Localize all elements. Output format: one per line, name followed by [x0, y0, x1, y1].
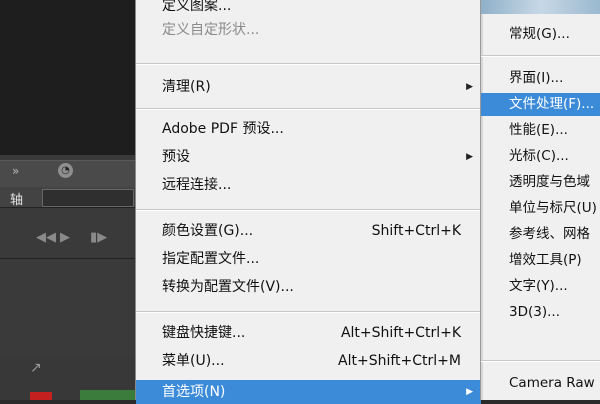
panel-arrow-icon[interactable]: » — [12, 164, 19, 178]
submenu-item-label: 常规(G)... — [509, 26, 570, 42]
background-image-edge — [481, 0, 600, 14]
submenu-separator — [481, 360, 600, 362]
axis-label: 轴 — [10, 193, 24, 208]
menu-separator — [136, 63, 481, 65]
menu-item-label: 定义图案... — [162, 0, 232, 14]
menu-shortcut: Alt+Shift+Ctrl+M — [338, 353, 461, 369]
submenu-item-label: 性能(E)... — [509, 122, 568, 138]
menu-item-preferences[interactable]: 首选项(N) ▶ — [136, 380, 481, 404]
submenu-item-file-handling[interactable]: 文件处理(F)... — [481, 93, 600, 116]
menu-item-presets[interactable]: 预设 ▶ — [162, 145, 481, 169]
submenu-item-label: 界面(I)... — [509, 70, 564, 86]
submenu-item-label: 透明度与色域 — [509, 174, 590, 190]
submenu-item-label: 文字(Y)... — [509, 278, 568, 294]
menu-shortcut: Alt+Shift+Ctrl+K — [340, 325, 461, 341]
submenu-item-label: 单位与标尺(U) — [509, 200, 597, 216]
submenu-item-camera-raw[interactable]: Camera Raw — [509, 372, 600, 395]
menu-separator — [136, 108, 481, 110]
menu-item-label: 指定配置文件... — [162, 251, 260, 267]
submenu-item-label: 参考线、网格 — [509, 226, 590, 242]
submenu-separator — [481, 55, 600, 57]
menu-item-label: 键盘快捷键... — [162, 325, 246, 341]
submenu-item-general[interactable]: 常规(G)... — [509, 23, 600, 46]
submenu-item-label: 光标(C)... — [509, 148, 569, 164]
menu-item-label: Adobe PDF 预设... — [162, 121, 284, 137]
axis-input[interactable] — [42, 189, 134, 207]
menu-separator — [136, 311, 481, 313]
menu-item-color-settings[interactable]: 颜色设置(G)... Shift+Ctrl+K — [162, 219, 481, 243]
menu-item-purge[interactable]: 清理(R) ▶ — [162, 75, 481, 99]
redo-icon[interactable]: ↗ — [30, 360, 42, 376]
rewind-icon[interactable]: ◀◀ — [36, 230, 56, 245]
submenu-item-units-rulers[interactable]: 单位与标尺(U) — [509, 197, 600, 220]
menu-item-label: 清理(R) — [162, 79, 211, 95]
edit-menu: 定义图案... 定义自定形状... 清理(R) ▶ Adobe PDF 预设..… — [135, 0, 481, 404]
submenu-item-type[interactable]: 文字(Y)... — [509, 275, 600, 298]
menu-item-label: 定义自定形状... — [162, 22, 260, 38]
submenu-item-label: 3D(3)... — [509, 304, 560, 320]
menu-item-convert-to-profile[interactable]: 转换为配置文件(V)... — [162, 275, 481, 299]
submenu-item-label: Camera Raw — [509, 375, 595, 391]
menu-shortcut: Shift+Ctrl+K — [371, 223, 461, 239]
submenu-arrow-icon: ▶ — [466, 82, 473, 92]
color-swatch-red — [30, 392, 52, 400]
submenu-item-transparency[interactable]: 透明度与色域 — [509, 171, 600, 194]
divider — [0, 258, 135, 259]
menu-item-label: 颜色设置(G)... — [162, 223, 254, 239]
step-forward-icon[interactable]: ▮▶ — [90, 230, 107, 245]
background-app-panel: » ◔ 轴 ◀◀ ▶ ▮▶ ↗ — [0, 0, 135, 400]
settings-icon[interactable]: ◔ — [58, 163, 73, 178]
menu-item-menus[interactable]: 菜单(U)... Alt+Shift+Ctrl+M — [162, 349, 481, 373]
color-swatch-green — [80, 390, 135, 400]
submenu-item-3d[interactable]: 3D(3)... — [509, 301, 600, 324]
submenu-item-label: 增效工具(P) — [509, 252, 582, 268]
menu-item-define-custom-shape: 定义自定形状... — [162, 18, 481, 42]
menu-separator — [136, 209, 481, 211]
submenu-item-guides-grid[interactable]: 参考线、网格 — [509, 223, 600, 246]
menu-item-define-pattern[interactable]: 定义图案... — [162, 0, 481, 18]
menu-item-keyboard-shortcuts[interactable]: 键盘快捷键... Alt+Shift+Ctrl+K — [162, 321, 481, 345]
menu-item-label: 预设 — [162, 149, 190, 165]
submenu-arrow-icon: ▶ — [466, 152, 473, 162]
preferences-submenu: 常规(G)... 界面(I)... 文件处理(F)... 性能(E)... 光标… — [480, 0, 600, 400]
menu-item-label: 菜单(U)... — [162, 353, 225, 369]
menu-item-label: 转换为配置文件(V)... — [162, 279, 294, 295]
submenu-arrow-icon: ▶ — [466, 387, 473, 397]
submenu-item-plugins[interactable]: 增效工具(P) — [509, 249, 600, 272]
menu-item-label: 远程连接... — [162, 177, 232, 193]
menu-item-remote-connections[interactable]: 远程连接... — [162, 173, 481, 197]
menu-item-assign-profile[interactable]: 指定配置文件... — [162, 247, 481, 271]
submenu-item-interface[interactable]: 界面(I)... — [509, 67, 600, 90]
submenu-item-performance[interactable]: 性能(E)... — [509, 119, 600, 142]
submenu-shadow — [481, 14, 483, 400]
submenu-item-label: 文件处理(F)... — [509, 96, 595, 112]
play-icon[interactable]: ▶ — [60, 230, 70, 245]
menu-item-label: 首选项(N) — [162, 384, 226, 400]
submenu-item-cursors[interactable]: 光标(C)... — [509, 145, 600, 168]
canvas-area — [0, 0, 135, 155]
menu-item-adobe-pdf-presets[interactable]: Adobe PDF 预设... — [162, 117, 481, 141]
